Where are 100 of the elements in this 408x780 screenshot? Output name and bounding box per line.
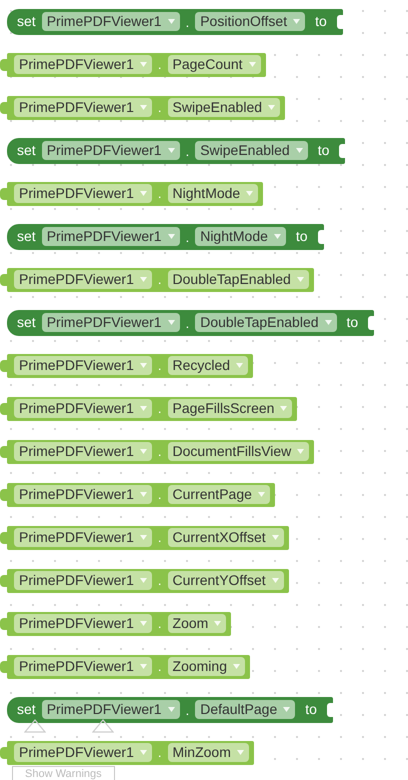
output-plug: [0, 360, 7, 372]
caret-icon: [248, 62, 256, 67]
property-dropdown[interactable]: Zooming: [168, 657, 245, 676]
getter-block[interactable]: PrimePDFViewer1 . DocumentFillsView: [7, 440, 314, 464]
property-dropdown[interactable]: DoubleTapEnabled: [195, 313, 337, 332]
caret-icon: [140, 363, 147, 368]
caret-icon: [168, 234, 175, 239]
output-plug: [0, 446, 7, 458]
component-dropdown[interactable]: PrimePDFViewer1: [14, 98, 152, 117]
property-dropdown[interactable]: PageFillsScreen: [168, 399, 292, 418]
component-dropdown[interactable]: PrimePDFViewer1: [14, 184, 152, 203]
output-plug: [0, 58, 7, 70]
output-plug: [0, 488, 7, 500]
property-dropdown[interactable]: NightMode: [195, 227, 286, 246]
caret-icon: [140, 191, 147, 196]
component-dropdown[interactable]: PrimePDFViewer1: [14, 55, 152, 74]
dot-separator: .: [158, 486, 162, 504]
getter-block[interactable]: PrimePDFViewer1 . DoubleTapEnabled: [7, 268, 314, 292]
component-dropdown[interactable]: PrimePDFViewer1: [14, 657, 152, 676]
component-dropdown[interactable]: PrimePDFViewer1: [42, 141, 180, 160]
caret-icon: [232, 664, 240, 669]
caret-icon: [140, 621, 147, 626]
property-dropdown[interactable]: PageCount: [168, 55, 261, 74]
caret-icon: [297, 449, 304, 454]
caret-icon: [268, 105, 276, 110]
getter-block[interactable]: PrimePDFViewer1 . CurrentPage: [7, 482, 275, 506]
property-dropdown[interactable]: SwipeEnabled: [168, 98, 280, 117]
getter-block[interactable]: PrimePDFViewer1 . MinZoom: [7, 740, 254, 764]
property-dropdown[interactable]: NightMode: [168, 184, 258, 203]
output-plug: [0, 188, 7, 200]
property-dropdown[interactable]: DefaultPage: [195, 700, 296, 719]
component-dropdown[interactable]: PrimePDFViewer1: [14, 399, 152, 418]
output-plug: [0, 746, 7, 758]
caret-icon: [168, 148, 175, 153]
component-dropdown[interactable]: PrimePDFViewer1: [14, 571, 152, 590]
getter-block[interactable]: PrimePDFViewer1 . CurrentXOffset: [7, 526, 289, 550]
set-label: set: [17, 141, 36, 160]
dot-separator: .: [158, 357, 162, 375]
dot-separator: .: [186, 229, 190, 247]
setter-block[interactable]: set PrimePDFViewer1 . NightMode to: [7, 224, 324, 250]
component-dropdown[interactable]: PrimePDFViewer1: [14, 528, 152, 547]
property-dropdown[interactable]: PositionOffset: [195, 12, 306, 31]
property-dropdown[interactable]: CurrentYOffset: [168, 571, 284, 590]
property-dropdown[interactable]: DoubleTapEnabled: [168, 270, 309, 289]
output-plug: [0, 274, 7, 286]
getter-block[interactable]: PrimePDFViewer1 . PageCount: [7, 52, 266, 76]
to-label: to: [315, 12, 327, 31]
setter-block[interactable]: set PrimePDFViewer1 . PositionOffset to: [7, 8, 343, 34]
output-plug: [0, 660, 7, 672]
to-label: to: [296, 227, 308, 246]
dot-separator: .: [186, 14, 190, 32]
component-dropdown[interactable]: PrimePDFViewer1: [14, 743, 152, 762]
getter-block[interactable]: PrimePDFViewer1 . Recycled: [7, 354, 254, 378]
caret-icon: [140, 277, 147, 282]
component-dropdown[interactable]: PrimePDFViewer1: [14, 442, 152, 461]
setter-block[interactable]: set PrimePDFViewer1 . DefaultPage to: [7, 696, 333, 722]
property-dropdown[interactable]: CurrentPage: [168, 485, 270, 504]
getter-block[interactable]: PrimePDFViewer1 . SwipeEnabled: [7, 96, 286, 120]
component-dropdown[interactable]: PrimePDFViewer1: [14, 356, 152, 375]
property-dropdown[interactable]: DocumentFillsView: [168, 442, 310, 461]
caret-icon: [168, 707, 175, 712]
component-dropdown[interactable]: PrimePDFViewer1: [14, 485, 152, 504]
caret-icon: [272, 578, 279, 583]
output-plug: [0, 102, 7, 114]
caret-icon: [140, 492, 147, 497]
component-dropdown[interactable]: PrimePDFViewer1: [42, 12, 180, 31]
caret-icon: [236, 750, 244, 755]
input-socket: [326, 702, 333, 716]
component-dropdown[interactable]: PrimePDFViewer1: [42, 313, 180, 332]
caret-icon: [283, 707, 290, 712]
set-label: set: [17, 12, 36, 31]
property-dropdown[interactable]: SwipeEnabled: [195, 141, 308, 160]
getter-block[interactable]: PrimePDFViewer1 . PageFillsScreen: [7, 396, 298, 420]
to-label: to: [305, 700, 317, 719]
component-dropdown[interactable]: PrimePDFViewer1: [14, 614, 152, 633]
to-label: to: [318, 141, 330, 160]
input-socket: [318, 230, 324, 244]
caret-icon: [140, 750, 147, 755]
set-label: set: [17, 700, 36, 719]
setter-block[interactable]: set PrimePDFViewer1 . SwipeEnabled to: [7, 138, 346, 164]
getter-block[interactable]: PrimePDFViewer1 . CurrentYOffset: [7, 568, 289, 592]
dot-separator: .: [186, 315, 190, 333]
setter-block[interactable]: set PrimePDFViewer1 . DoubleTapEnabled to: [7, 310, 374, 336]
property-dropdown[interactable]: Recycled: [168, 356, 248, 375]
getter-block[interactable]: PrimePDFViewer1 . Zooming: [7, 654, 250, 678]
getter-block[interactable]: PrimePDFViewer1 . NightMode: [7, 182, 264, 206]
component-dropdown[interactable]: PrimePDFViewer1: [42, 227, 180, 246]
property-dropdown[interactable]: MinZoom: [168, 743, 249, 762]
component-dropdown[interactable]: PrimePDFViewer1: [42, 700, 180, 719]
input-socket: [339, 144, 346, 158]
warning-icon: [92, 719, 114, 733]
dot-separator: .: [186, 702, 190, 720]
caret-icon: [140, 449, 147, 454]
output-plug: [0, 618, 7, 630]
caret-icon: [274, 234, 281, 239]
property-dropdown[interactable]: CurrentXOffset: [168, 528, 284, 547]
getter-block[interactable]: PrimePDFViewer1 . Zoom: [7, 612, 232, 636]
component-dropdown[interactable]: PrimePDFViewer1: [14, 270, 152, 289]
caret-icon: [246, 191, 254, 196]
property-dropdown[interactable]: Zoom: [168, 614, 226, 633]
